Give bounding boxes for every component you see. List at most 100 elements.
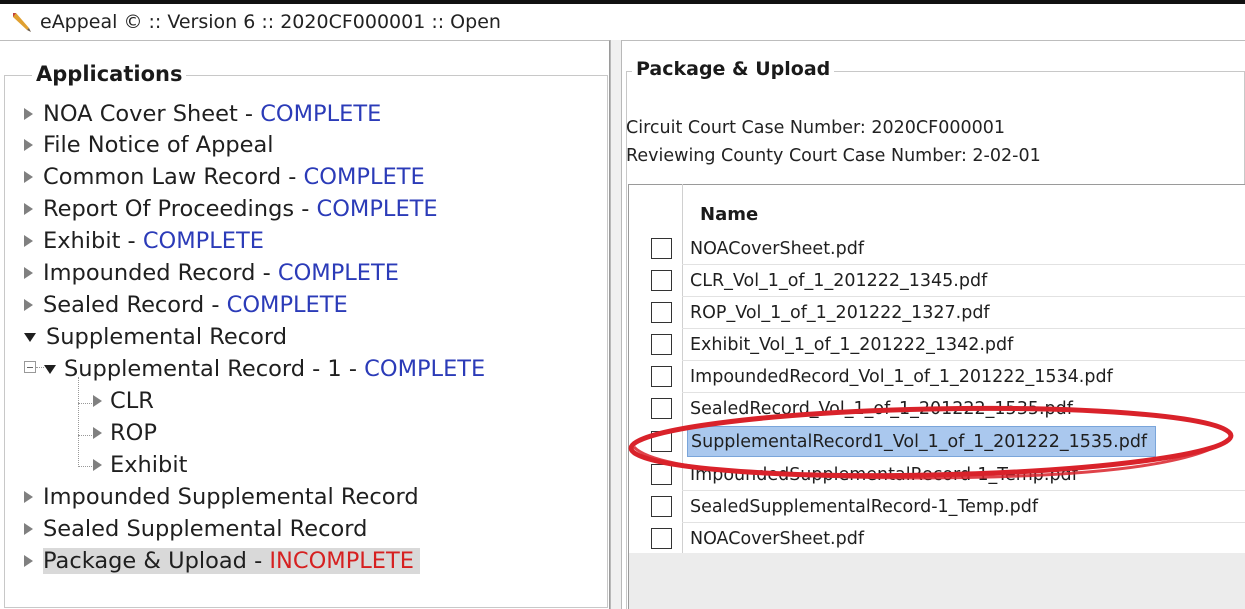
tree-item-label: Sealed Record (43, 292, 205, 318)
tree-item-sealed-supplemental-record[interactable]: Sealed Supplemental Record (24, 516, 367, 542)
tree-item-supplemental-record-1[interactable]: Supplemental Record - 1 - COMPLETE (44, 356, 485, 382)
tree-item-label: Supplemental Record - 1 (64, 356, 342, 382)
status-complete: COMPLETE (364, 356, 486, 382)
table-row[interactable]: ImpoundedRecord_Vol_1_of_1_201222_1534.p… (629, 361, 1245, 392)
tree-connector-line (78, 435, 92, 436)
tree-item-file-notice-of-appeal[interactable]: File Notice of Appeal (24, 132, 274, 158)
row-checkbox[interactable] (651, 528, 672, 549)
file-name: NOACoverSheet.pdf (690, 238, 865, 259)
status-complete: COMPLETE (316, 196, 438, 222)
expand-arrow-icon[interactable] (93, 459, 102, 471)
expand-arrow-icon[interactable] (24, 108, 33, 120)
row-checkbox[interactable] (651, 238, 672, 259)
status-separator: - (246, 548, 270, 574)
row-checkbox[interactable] (651, 366, 672, 387)
window-titlebar: eAppeal © :: Version 6 :: 2020CF000001 :… (0, 0, 1245, 40)
status-complete: COMPLETE (260, 101, 382, 127)
file-name: SealedRecord_Vol_1_of_1_201222_1535.pdf (690, 398, 1073, 419)
tree-item-common-law-record[interactable]: Common Law Record - COMPLETE (24, 164, 425, 190)
row-checkbox[interactable] (651, 496, 672, 517)
tree-item-label: Impounded Record (43, 260, 256, 286)
row-checkbox[interactable] (651, 398, 672, 419)
tree-connector-line (78, 377, 79, 467)
expand-arrow-icon[interactable] (24, 235, 33, 247)
collapse-arrow-icon[interactable] (24, 332, 36, 342)
tree-item-label: CLR (110, 388, 154, 414)
tree-item-exhibit-sub[interactable]: Exhibit (93, 452, 187, 478)
tree-item-exhibit[interactable]: Exhibit - COMPLETE (24, 228, 264, 254)
status-separator: - (237, 101, 261, 127)
tree-item-impounded-record[interactable]: Impounded Record - COMPLETE (24, 260, 399, 286)
row-checkbox[interactable] (651, 302, 672, 323)
expand-arrow-icon[interactable] (93, 395, 102, 407)
tree-item-sealed-record[interactable]: Sealed Record - COMPLETE (24, 292, 348, 318)
status-separator: - (281, 164, 304, 190)
tree-item-label: Exhibit (110, 452, 188, 478)
table-row[interactable]: NOACoverSheet.pdf (629, 523, 1245, 554)
table-row[interactable]: Exhibit_Vol_1_of_1_201222_1342.pdf (629, 329, 1245, 360)
expand-arrow-icon[interactable] (24, 523, 33, 535)
package-upload-panel: Package & Upload Circuit Court Case Numb… (622, 40, 1245, 609)
tree-item-label: File Notice of Appeal (43, 132, 274, 158)
tree-connector-minus-icon[interactable] (24, 361, 36, 373)
applications-legend: Applications (32, 62, 187, 86)
expand-arrow-icon[interactable] (24, 299, 33, 311)
tree-connector-line (78, 403, 92, 404)
tree-item-label: Common Law Record (43, 164, 282, 190)
tree-item-rop[interactable]: ROP (93, 420, 157, 446)
expand-arrow-icon[interactable] (24, 203, 33, 215)
tree-item-report-of-proceedings[interactable]: Report Of Proceedings - COMPLETE (24, 196, 438, 222)
table-row[interactable]: SealedSupplementalRecord-1_Temp.pdf (629, 491, 1245, 522)
expand-arrow-icon[interactable] (24, 139, 33, 151)
status-separator: - (255, 260, 278, 286)
tree-item-label: Package & Upload (43, 548, 247, 574)
row-checkbox[interactable] (651, 270, 672, 291)
expand-arrow-icon[interactable] (93, 427, 102, 439)
table-empty-area (629, 553, 1245, 609)
tree-item-supplemental-record[interactable]: Supplemental Record (24, 324, 287, 350)
package-upload-legend: Package & Upload (632, 58, 835, 80)
pencil-icon (10, 11, 32, 33)
expand-arrow-icon[interactable] (24, 491, 33, 503)
table-row-selected[interactable]: SupplementalRecord1_Vol_1_of_1_201222_15… (629, 426, 1245, 457)
table-row[interactable]: ImpoundedSupplementalRecord-1_Temp.pdf (629, 459, 1245, 490)
expand-arrow-icon[interactable] (24, 267, 33, 279)
tree-item-label: Sealed Supplemental Record (43, 516, 368, 542)
expand-arrow-icon[interactable] (24, 555, 33, 567)
status-separator: - (120, 228, 143, 254)
tree-item-impounded-supplemental-record[interactable]: Impounded Supplemental Record (24, 484, 419, 510)
window-title: eAppeal © :: Version 6 :: 2020CF000001 :… (40, 11, 501, 33)
table-row[interactable]: CLR_Vol_1_of_1_201222_1345.pdf (629, 265, 1245, 296)
status-complete: COMPLETE (142, 228, 264, 254)
file-name: ImpoundedSupplementalRecord-1_Temp.pdf (690, 464, 1078, 485)
table-row[interactable]: NOACoverSheet.pdf (629, 233, 1245, 264)
status-incomplete: INCOMPLETE (269, 548, 414, 574)
file-name: ROP_Vol_1_of_1_201222_1327.pdf (690, 302, 990, 323)
reviewing-case-number: Reviewing County Court Case Number: 2-02… (626, 146, 1041, 166)
tree-item-label: ROP (110, 420, 157, 446)
applications-panel: Applications NOA Cover Sheet - COMPLETE … (0, 40, 610, 609)
tree-connector-line (36, 367, 44, 368)
file-name: SupplementalRecord1_Vol_1_of_1_201222_15… (687, 426, 1157, 457)
name-column-header[interactable]: Name (700, 204, 758, 225)
tree-item-label: Report Of Proceedings (43, 196, 295, 222)
status-complete: COMPLETE (277, 260, 399, 286)
expand-arrow-icon[interactable] (24, 171, 33, 183)
tree-item-label: Exhibit (43, 228, 121, 254)
splitter-bar[interactable] (610, 40, 622, 609)
row-checkbox[interactable] (651, 334, 672, 355)
tree-item-package-upload[interactable]: Package & Upload - INCOMPLETE (24, 548, 420, 574)
row-checkbox[interactable] (651, 431, 672, 452)
file-name: SealedSupplementalRecord-1_Temp.pdf (690, 496, 1038, 517)
table-row[interactable]: SealedRecord_Vol_1_of_1_201222_1535.pdf (629, 393, 1245, 424)
circuit-case-number: Circuit Court Case Number: 2020CF000001 (626, 118, 1005, 138)
status-separator: - (204, 292, 227, 318)
status-complete: COMPLETE (303, 164, 425, 190)
status-complete: COMPLETE (226, 292, 348, 318)
row-checkbox[interactable] (651, 464, 672, 485)
tree-item-noa-cover-sheet[interactable]: NOA Cover Sheet - COMPLETE (24, 101, 381, 127)
tree-item-clr[interactable]: CLR (93, 388, 154, 414)
table-row[interactable]: ROP_Vol_1_of_1_201222_1327.pdf (629, 297, 1245, 328)
collapse-arrow-icon[interactable] (44, 364, 56, 374)
tree-item-label: Impounded Supplemental Record (43, 484, 419, 510)
